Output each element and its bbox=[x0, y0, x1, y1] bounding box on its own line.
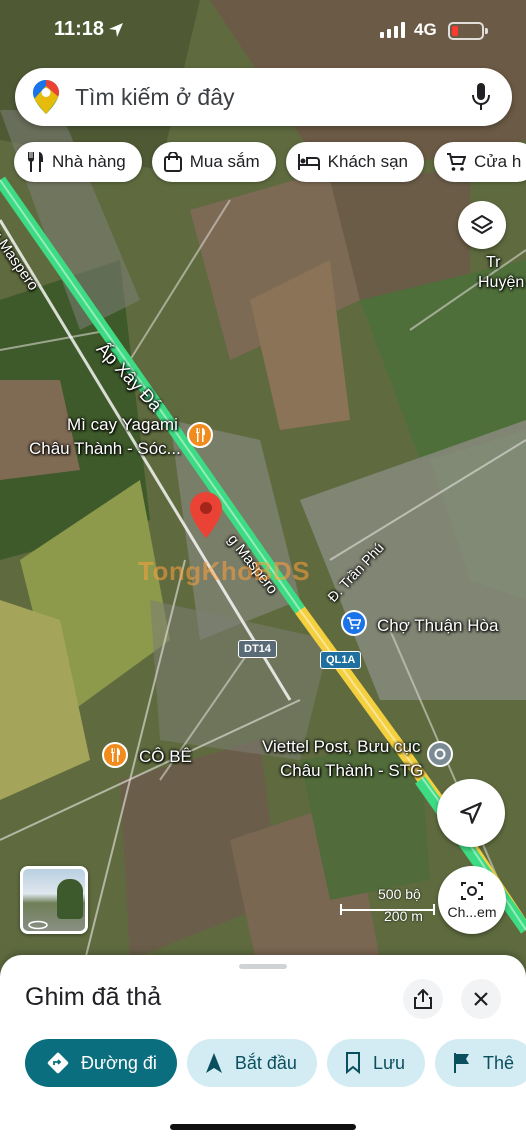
bed-icon bbox=[297, 154, 320, 170]
area-label-huyen: Huyện bbox=[478, 274, 525, 291]
route-shield-dt14: DT14 bbox=[238, 640, 277, 658]
my-location-button[interactable] bbox=[437, 779, 505, 847]
add-label-label: Thê bbox=[483, 1052, 515, 1073]
cellular-signal-icon bbox=[380, 22, 405, 38]
status-bar: 11:18 4G bbox=[0, 0, 526, 60]
poi-label-viettel-line1[interactable]: Viettel Post, Bưu cục bbox=[262, 736, 420, 758]
save-button[interactable]: Lưu bbox=[326, 1039, 426, 1087]
shopping-bag-icon bbox=[163, 152, 182, 172]
directions-label: Đường đi bbox=[81, 1052, 157, 1073]
restaurant-poi-icon[interactable] bbox=[102, 742, 128, 768]
layers-icon bbox=[471, 215, 493, 234]
share-icon bbox=[414, 989, 432, 1009]
lens-label: Ch...em bbox=[447, 904, 497, 920]
save-label: Lưu bbox=[372, 1052, 406, 1073]
share-button[interactable] bbox=[403, 979, 443, 1019]
navigation-arrow-icon bbox=[460, 802, 482, 824]
close-button[interactable] bbox=[461, 979, 501, 1019]
chip-shopping[interactable]: Mua sắm bbox=[151, 142, 276, 182]
chip-stores[interactable]: Cửa h bbox=[434, 142, 526, 182]
start-label: Bắt đầu bbox=[234, 1052, 297, 1073]
poi-label-co-be[interactable]: CÔ BÊ bbox=[139, 746, 192, 768]
directions-button[interactable]: Đường đi bbox=[25, 1039, 177, 1087]
street-view-thumbnail[interactable] bbox=[20, 866, 88, 934]
lens-button[interactable]: Ch...em bbox=[438, 866, 506, 934]
navigation-arrow-icon bbox=[205, 1053, 222, 1073]
bookmark-icon bbox=[345, 1052, 360, 1074]
close-icon bbox=[474, 992, 488, 1006]
chip-label: Cửa h bbox=[474, 152, 522, 171]
search-input[interactable]: Tìm kiếm ở đây bbox=[75, 84, 470, 111]
location-arrow-icon bbox=[109, 23, 123, 37]
battery-icon bbox=[448, 22, 488, 40]
camera-lens-icon bbox=[461, 882, 483, 900]
start-button[interactable]: Bắt đầu bbox=[186, 1039, 317, 1087]
poi-label-yagami-line1[interactable]: Mì cay Yagami bbox=[67, 414, 178, 436]
microphone-icon[interactable] bbox=[470, 82, 492, 112]
action-buttons-row: Đường đi Bắt đầu Lưu Thê bbox=[25, 1039, 526, 1087]
search-bar[interactable]: Tìm kiếm ở đây bbox=[15, 68, 512, 126]
poi-label-yagami-line2[interactable]: Châu Thành - Sóc... bbox=[29, 438, 181, 460]
dropped-pin-icon[interactable] bbox=[190, 492, 222, 538]
directions-icon bbox=[47, 1052, 69, 1074]
restaurant-poi-icon[interactable] bbox=[187, 422, 213, 448]
watermark-text: TongKhoBDS bbox=[138, 556, 311, 586]
sheet-drag-handle[interactable] bbox=[239, 964, 287, 969]
google-maps-logo-icon bbox=[33, 80, 59, 114]
layers-button[interactable] bbox=[458, 201, 506, 249]
status-time: 11:18 bbox=[54, 18, 105, 40]
route-shield-ql1a: QL1A bbox=[320, 651, 362, 669]
category-chips: Nhà hàng Mua sắm Khách sạn Cửa h bbox=[14, 142, 526, 182]
network-type: 4G bbox=[414, 20, 437, 39]
tree-shape bbox=[57, 879, 83, 919]
area-label-tr: Tr bbox=[486, 254, 501, 271]
scale-metric: 200 m bbox=[384, 908, 423, 924]
scale-imperial: 500 bộ bbox=[378, 886, 421, 902]
chip-label: Mua sắm bbox=[189, 152, 260, 171]
flag-icon bbox=[454, 1053, 470, 1073]
add-label-button[interactable]: Thê bbox=[435, 1039, 526, 1087]
scale-bar: 500 bộ 200 m bbox=[340, 886, 435, 926]
home-indicator[interactable] bbox=[170, 1124, 356, 1130]
poi-label-cho-thuan-hoa[interactable]: Chợ Thuận Hòa bbox=[377, 615, 498, 637]
place-bottom-sheet[interactable]: Ghim đã thả Đường đi Bắt đầu Lưu Thê bbox=[0, 955, 526, 1139]
rotate-360-icon bbox=[27, 917, 49, 930]
fork-knife-icon bbox=[28, 152, 43, 172]
chip-hotels[interactable]: Khách sạn bbox=[285, 142, 424, 182]
chip-label: Nhà hàng bbox=[52, 152, 126, 171]
shopping-poi-icon[interactable] bbox=[341, 610, 367, 636]
cart-icon bbox=[447, 153, 466, 171]
chip-label: Khách sạn bbox=[327, 152, 408, 171]
sheet-title: Ghim đã thả bbox=[25, 983, 162, 1011]
post-office-poi-icon[interactable] bbox=[427, 741, 453, 767]
chip-restaurants[interactable]: Nhà hàng bbox=[14, 142, 142, 182]
poi-label-viettel-line2[interactable]: Châu Thành - STG bbox=[280, 760, 423, 782]
